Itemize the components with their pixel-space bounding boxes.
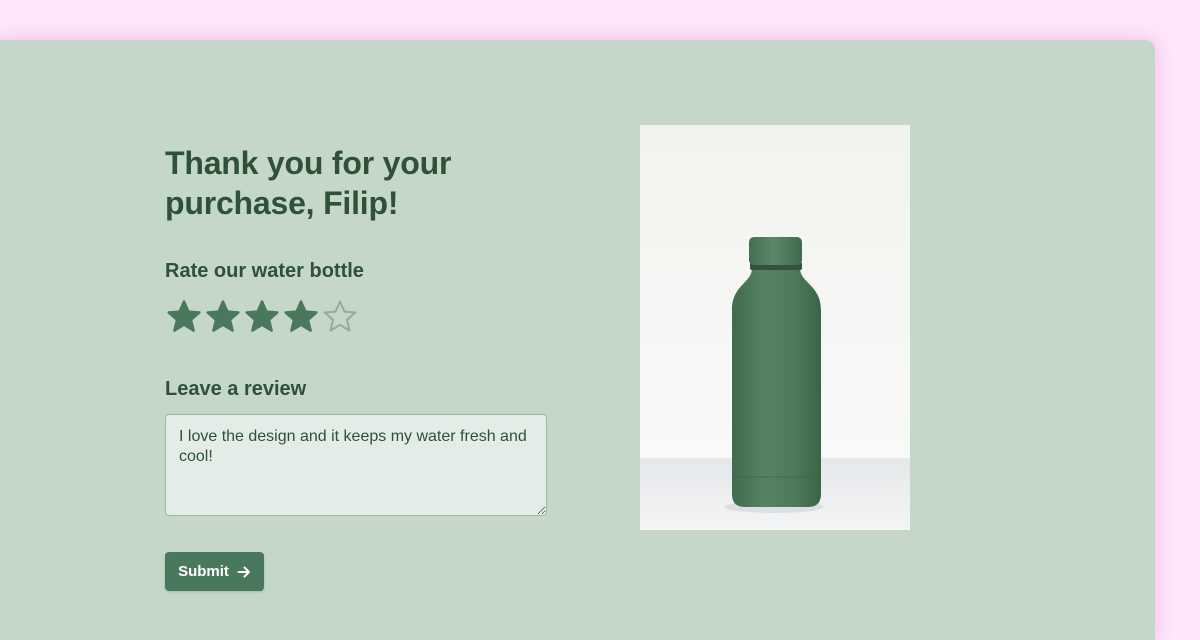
review-textarea[interactable]: I love the design and it keeps my water … <box>165 414 547 516</box>
star-filled-icon[interactable] <box>282 298 320 336</box>
product-image <box>640 125 910 530</box>
water-bottle-photo <box>640 125 910 530</box>
arrow-right-icon <box>237 566 250 577</box>
submit-button-label: Submit <box>178 563 229 580</box>
star-filled-icon[interactable] <box>243 298 281 336</box>
rating-label: Rate our water bottle <box>165 260 364 282</box>
star-rating[interactable] <box>165 298 565 336</box>
review-card: Thank you for your purchase, Filip! Rate… <box>0 40 1155 640</box>
star-filled-icon[interactable] <box>165 298 203 336</box>
review-form: Thank you for your purchase, Filip! Rate… <box>165 143 565 591</box>
page-title-line-2: purchase, Filip! <box>165 185 399 221</box>
review-label: Leave a review <box>165 378 307 400</box>
page-title: Thank you for your purchase, Filip! <box>165 143 565 223</box>
page-title-line-1: Thank you for your <box>165 145 452 181</box>
submit-button[interactable]: Submit <box>165 552 264 591</box>
star-filled-icon[interactable] <box>204 298 242 336</box>
star-empty-icon[interactable] <box>321 298 359 336</box>
